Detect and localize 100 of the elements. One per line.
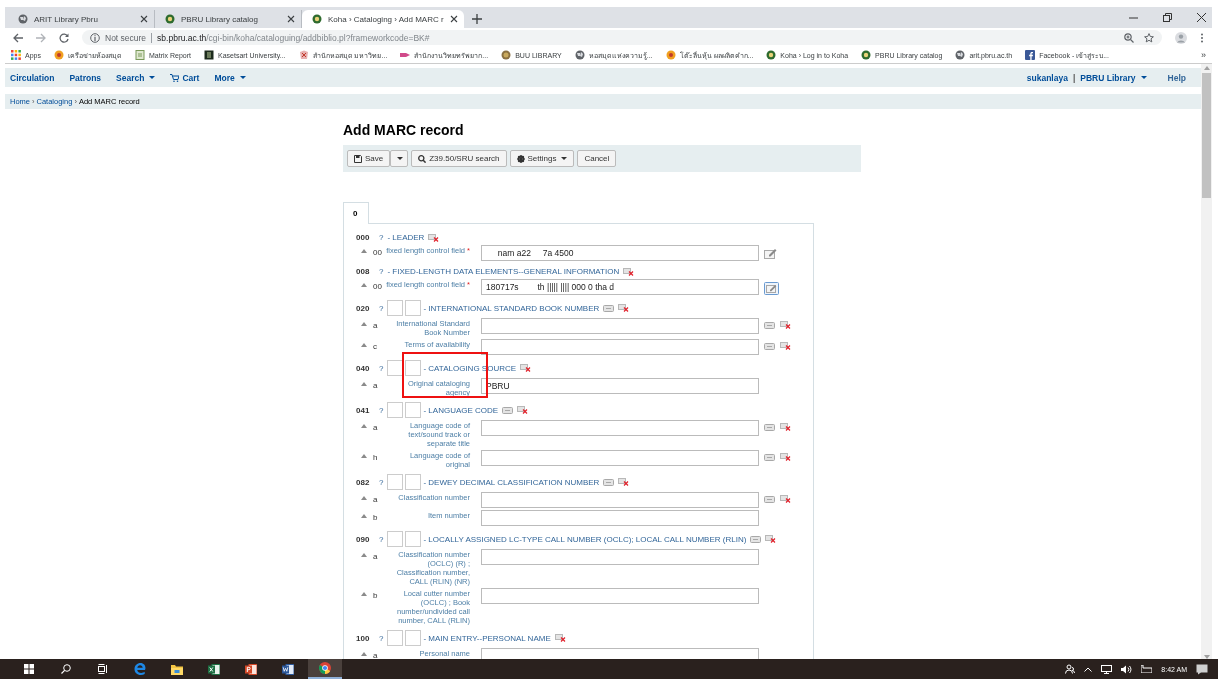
notification-icon[interactable] [1196, 663, 1208, 675]
star-icon[interactable] [1144, 32, 1154, 43]
move-up-icon[interactable] [361, 496, 367, 500]
field-title[interactable]: - LOCALLY ASSIGNED LC-TYPE CALL NUMBER (OCLC); LOCAL CALL NUMBER (RLIN) [423, 534, 747, 544]
field-title[interactable]: - INTERNATIONAL STANDARD BOOK NUMBER [423, 303, 600, 313]
keyboard-icon[interactable] [1141, 665, 1153, 673]
move-up-icon[interactable] [361, 454, 367, 458]
menu-icon[interactable] [1200, 32, 1204, 43]
edit-icon[interactable] [764, 248, 777, 259]
indicator-field[interactable] [387, 531, 404, 547]
move-up-icon[interactable] [361, 283, 367, 287]
help-link[interactable]: ? [379, 233, 384, 242]
indicator-field[interactable] [405, 402, 422, 418]
move-up-icon[interactable] [361, 249, 367, 253]
copy-icon[interactable] [603, 304, 615, 312]
task-view-icon[interactable] [98, 664, 108, 674]
address-bar[interactable]: Not secure sb.pbru.ac.th/cgi-bin/koha/cataloguing/addbiblio.pl?frameworkcode=BK# [82, 30, 1162, 45]
move-up-icon[interactable] [361, 424, 367, 428]
cancel-button[interactable]: Cancel [577, 150, 617, 167]
help-link[interactable]: ? [379, 363, 384, 373]
input-field[interactable] [481, 549, 759, 565]
move-up-icon[interactable] [361, 343, 367, 347]
indicator-field[interactable] [387, 402, 404, 418]
field-title[interactable]: - LANGUAGE CODE [423, 405, 499, 415]
edit-icon[interactable] [764, 282, 779, 295]
delete-icon[interactable] [780, 342, 791, 350]
field-title[interactable]: - FIXED-LENGTH DATA ELEMENTS--GENERAL INFORMATION [387, 267, 620, 276]
copy-icon[interactable] [764, 453, 775, 461]
scroll-up-icon[interactable] [1203, 66, 1210, 70]
delete-icon[interactable] [780, 423, 791, 431]
document-icon[interactable] [282, 663, 294, 675]
move-up-icon[interactable] [361, 652, 367, 656]
more-bookmarks-button[interactable]: » [1201, 50, 1206, 60]
help-link[interactable]: ? [379, 477, 384, 487]
spreadsheet-icon[interactable] [208, 663, 220, 675]
save-button[interactable]: Save [347, 150, 391, 167]
move-up-icon[interactable] [361, 382, 367, 386]
input-field[interactable] [481, 492, 759, 508]
input-field[interactable] [481, 588, 759, 604]
indicator-field[interactable] [405, 360, 422, 376]
user-name[interactable]: sukanlaya [1026, 72, 1068, 83]
search-icon[interactable] [61, 664, 71, 674]
field-title[interactable]: - DEWEY DECIMAL CLASSIFICATION NUMBER [423, 477, 600, 487]
copy-icon[interactable] [502, 406, 514, 414]
indicator-field[interactable] [405, 300, 422, 316]
restore-icon[interactable] [1163, 13, 1172, 22]
search-button[interactable]: Z39.50/SRU search [411, 150, 507, 167]
folder-icon[interactable] [171, 663, 183, 675]
input-field[interactable] [481, 339, 759, 355]
avatar-icon[interactable] [1175, 31, 1187, 44]
indicator-field[interactable] [387, 300, 404, 316]
input-field[interactable]: PBRU [481, 378, 759, 394]
delete-icon[interactable] [618, 304, 630, 312]
close-icon[interactable] [140, 15, 148, 23]
scrollbar-thumb[interactable] [1202, 73, 1211, 198]
copy-icon[interactable] [764, 342, 775, 350]
delete-icon[interactable] [428, 233, 440, 242]
delete-icon[interactable] [780, 495, 791, 503]
close-icon[interactable] [1197, 13, 1206, 22]
help-link[interactable]: Help [1167, 72, 1186, 83]
tab[interactable]: 0 [343, 202, 369, 224]
delete-icon[interactable] [520, 364, 532, 372]
move-up-icon[interactable] [361, 592, 367, 596]
copy-icon[interactable] [750, 535, 762, 543]
copy-icon[interactable] [603, 478, 615, 486]
help-link[interactable]: ? [379, 303, 384, 313]
delete-icon[interactable] [618, 478, 630, 486]
settings-button[interactable]: Settings [509, 150, 575, 167]
nav-link[interactable]: Search [116, 72, 156, 83]
delete-icon[interactable] [780, 453, 791, 461]
help-link[interactable]: ? [379, 267, 384, 276]
help-link[interactable]: ? [379, 534, 384, 544]
delete-icon[interactable] [780, 321, 791, 329]
move-up-icon[interactable] [361, 514, 367, 518]
input-field[interactable] [481, 510, 759, 526]
close-icon[interactable] [449, 15, 458, 23]
volume-icon[interactable] [1121, 664, 1133, 674]
network-icon[interactable] [1101, 664, 1113, 674]
copy-icon[interactable] [764, 321, 775, 329]
indicator-field[interactable] [405, 531, 422, 547]
browser-icon[interactable] [319, 662, 331, 674]
back-icon[interactable] [13, 32, 23, 43]
copy-icon[interactable] [764, 423, 775, 431]
field-title[interactable]: - LEADER [387, 233, 425, 242]
zoom-icon[interactable] [1124, 32, 1134, 43]
forward-icon[interactable] [36, 32, 46, 43]
input-field[interactable]: nam a22 7a 4500 [481, 245, 759, 261]
library-menu[interactable]: PBRU Library [1080, 72, 1147, 83]
delete-icon[interactable] [554, 634, 566, 642]
new-tab-icon[interactable] [471, 14, 482, 24]
copy-icon[interactable] [764, 495, 775, 503]
save-options-button[interactable] [390, 150, 409, 167]
move-up-icon[interactable] [361, 322, 367, 326]
chevron-up-icon[interactable] [1084, 666, 1093, 672]
presentation-icon[interactable] [245, 663, 257, 675]
help-link[interactable]: ? [379, 405, 384, 415]
edge-icon[interactable] [134, 663, 146, 675]
input-field[interactable]: 180717s th ||||| |||| 000 0 tha d [481, 279, 759, 295]
people-icon[interactable] [1065, 664, 1076, 674]
scrollbar[interactable] [1201, 64, 1212, 659]
